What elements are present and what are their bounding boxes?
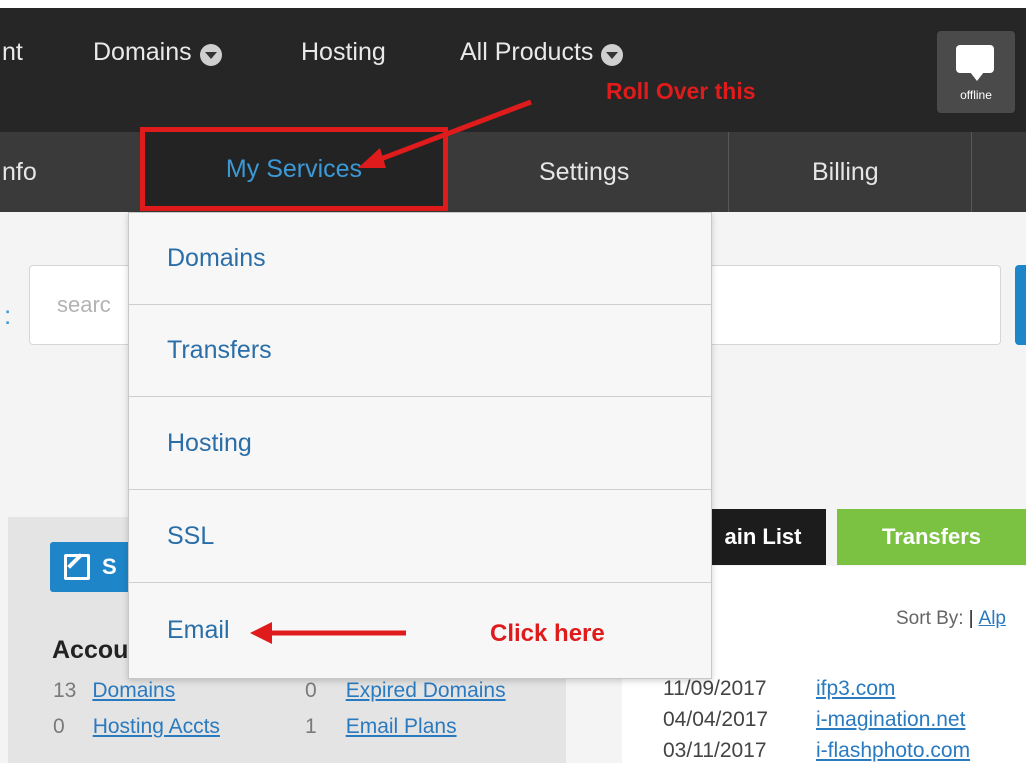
roll-over-arrow-icon (358, 99, 532, 168)
annotation-arrows (250, 99, 532, 644)
click-here-arrow-icon (250, 622, 406, 644)
